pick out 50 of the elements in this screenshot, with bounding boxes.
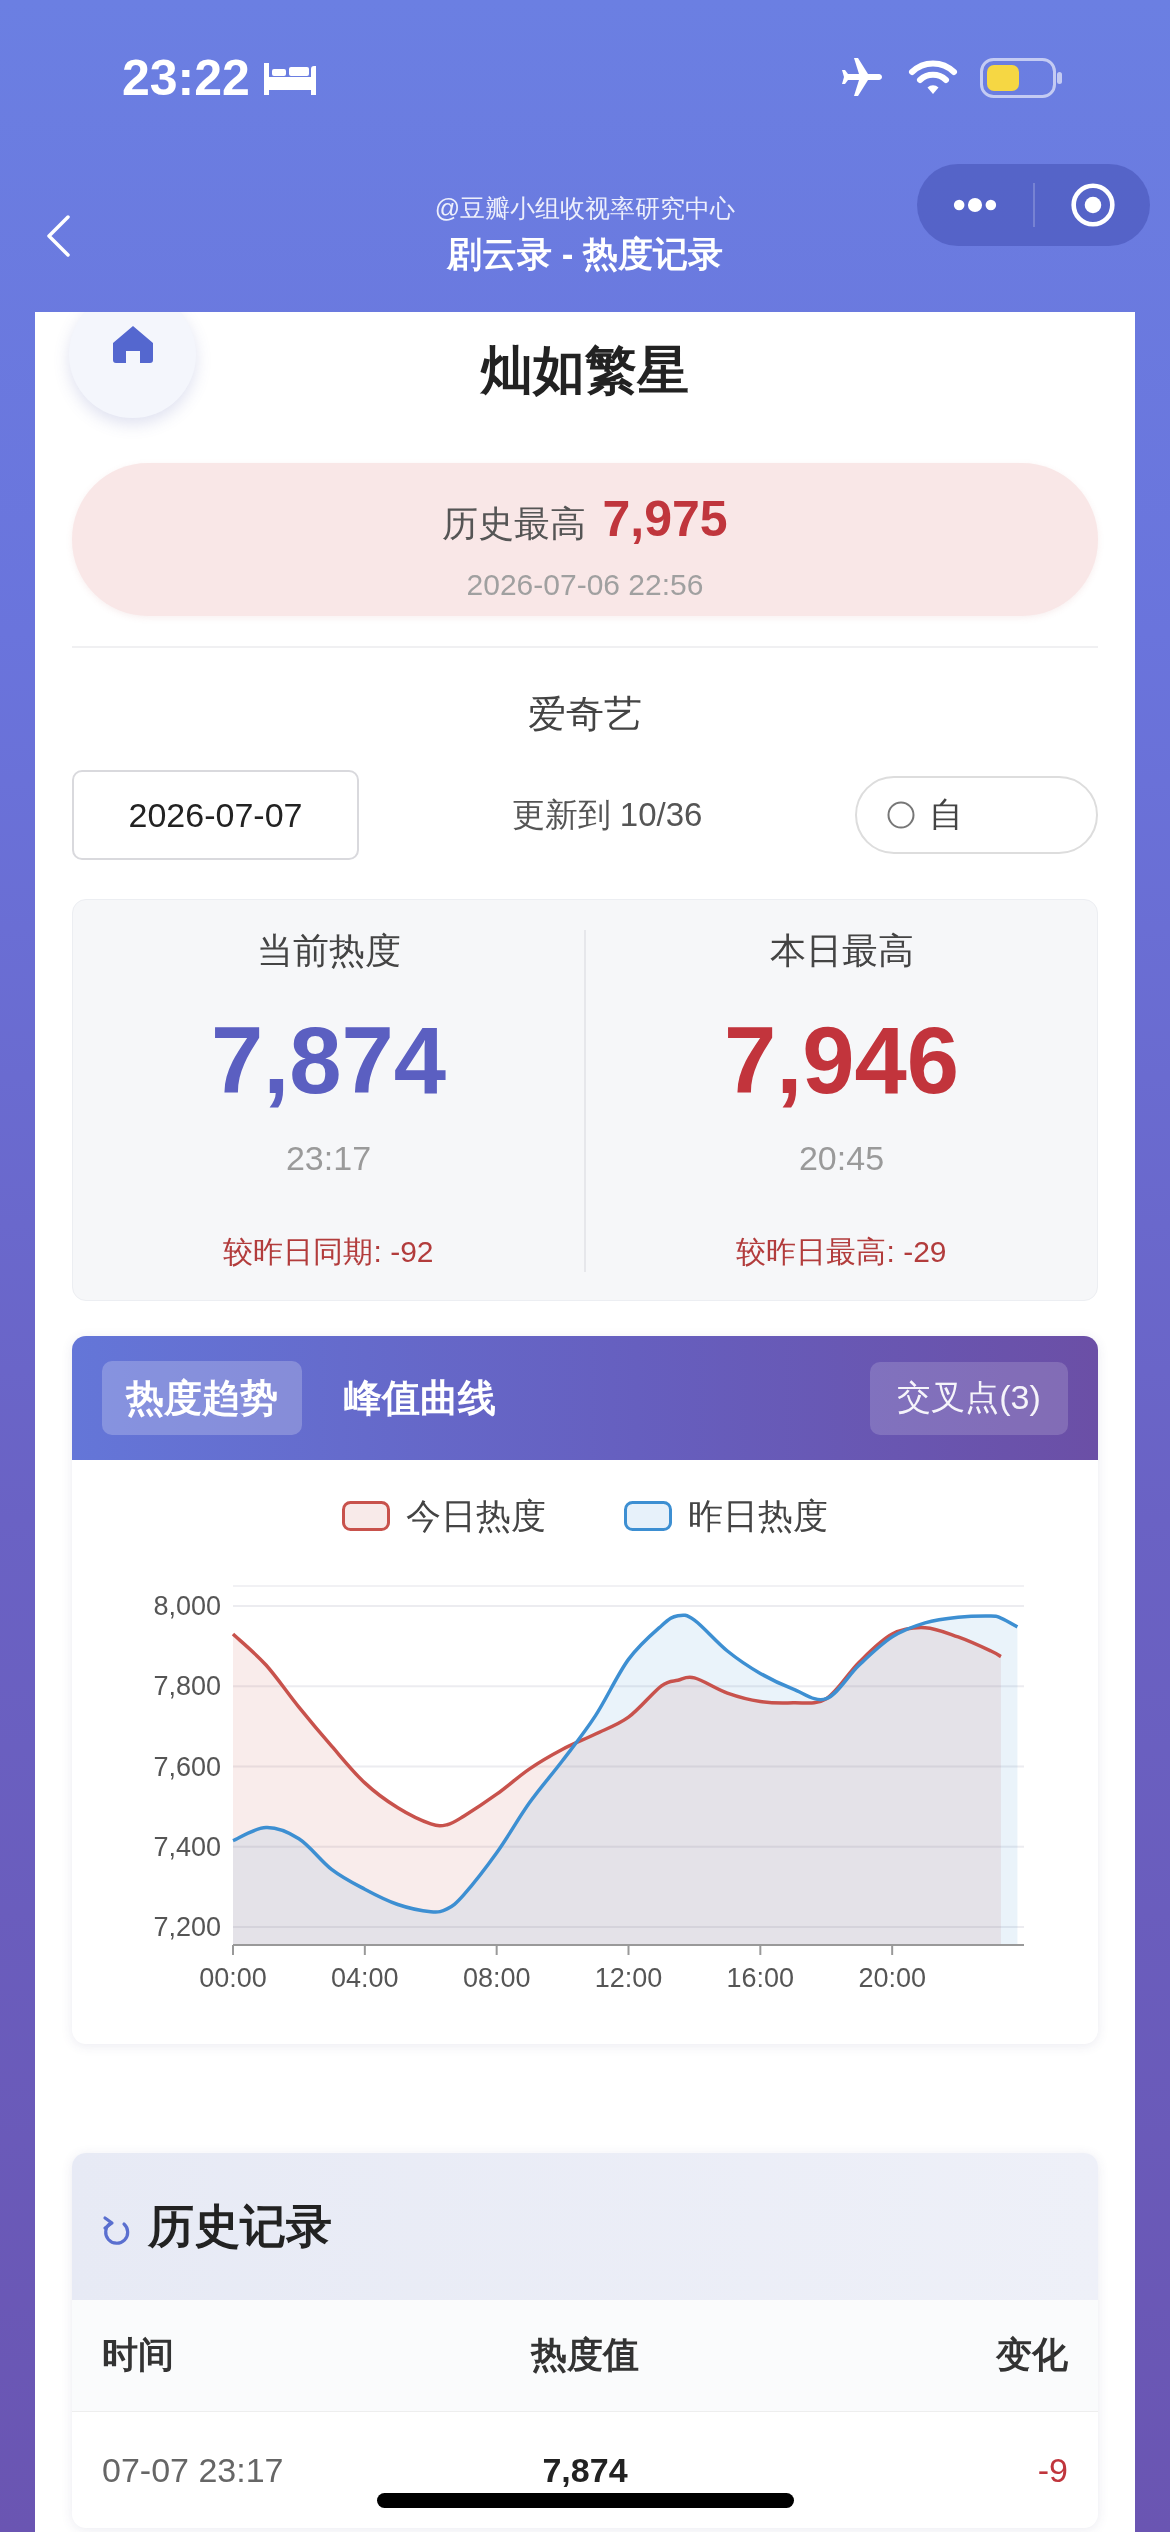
more-icon[interactable]: [953, 196, 997, 214]
drama-title: 灿如繁星: [481, 340, 689, 400]
column-header: 变化: [995, 2333, 1068, 2377]
battery-icon: [980, 58, 1062, 98]
stat-value: 7,874: [210, 1011, 447, 1111]
nav-title: 剧云录 - 热度记录: [446, 233, 724, 275]
legend-swatch-icon[interactable]: [624, 1501, 672, 1531]
stat-label: 本日最高: [769, 929, 914, 973]
toggle-button[interactable]: 自: [855, 776, 1098, 854]
column-header: 时间: [102, 2333, 175, 2377]
legend-label[interactable]: 今日热度: [406, 1492, 546, 1540]
x-axis-label: 20:00: [858, 1963, 926, 1993]
update-status: 更新到 10/36: [511, 794, 703, 835]
table-cell-text: 07-07 23:17: [102, 2450, 285, 2490]
high-value: 7,975: [602, 490, 728, 549]
y-axis-label: 7,200: [153, 1911, 221, 1942]
stat-time: 23:17: [285, 1138, 372, 1178]
history-title: 历史记录: [148, 2198, 332, 2254]
x-axis-label: 12:00: [594, 1963, 663, 1993]
stat-value: 7,946: [723, 1011, 960, 1111]
legend-label[interactable]: 昨日热度: [688, 1492, 828, 1540]
refresh-icon: [102, 2213, 132, 2248]
bed-icon: [263, 61, 316, 95]
platform-name: 爱奇艺: [528, 692, 642, 737]
high-label: 历史最高: [442, 502, 587, 546]
nav-subtitle: @豆瓣小组收视率研究中心: [434, 193, 736, 224]
table-cell-text: 7,874: [541, 2450, 629, 2490]
chart-tab[interactable]: 峰值曲线: [320, 1361, 520, 1435]
x-axis-label: 08:00: [462, 1963, 531, 1993]
target-icon[interactable]: [1070, 182, 1116, 228]
high-time: 2026-07-06 22:56: [466, 567, 704, 603]
date-field[interactable]: 2026-07-07: [72, 770, 359, 860]
x-axis-label: 00:00: [199, 1963, 267, 1993]
stat-comparison: 较昨日最高: -29: [736, 1234, 947, 1270]
y-axis-label: 7,800: [153, 1671, 221, 1702]
status-time: 23:22: [122, 49, 250, 108]
legend-swatch-icon[interactable]: [342, 1501, 390, 1531]
crosspoint-button[interactable]: 交叉点(3): [870, 1361, 1068, 1435]
stat-comparison: 较昨日同期: -92: [223, 1234, 434, 1270]
y-axis-label: 8,000: [153, 1591, 221, 1622]
house-icon: [110, 323, 155, 364]
y-axis-label: 7,400: [153, 1831, 221, 1862]
x-axis-label: 04:00: [331, 1963, 399, 1993]
x-axis-label: 16:00: [726, 1963, 795, 1993]
back-icon[interactable]: [45, 214, 71, 258]
stat-label: 当前热度: [256, 929, 401, 973]
table-cell-text: -9: [1036, 2450, 1068, 2490]
y-axis-label: 7,600: [153, 1751, 221, 1782]
stat-time: 20:45: [798, 1138, 885, 1178]
column-header: 热度值: [529, 2333, 640, 2377]
